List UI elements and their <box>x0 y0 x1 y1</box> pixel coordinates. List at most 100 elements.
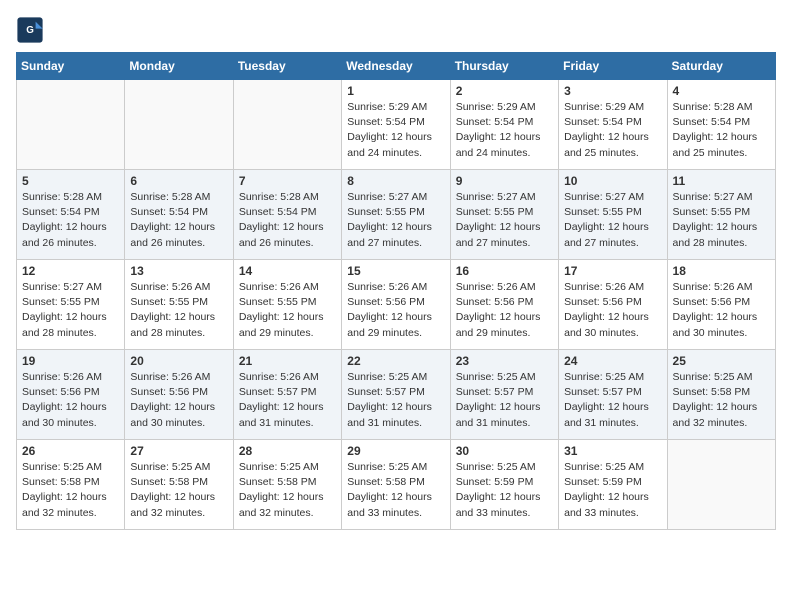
calendar-cell: 12 Sunrise: 5:27 AM Sunset: 5:55 PM Dayli… <box>17 260 125 350</box>
day-header-tuesday: Tuesday <box>233 53 341 80</box>
calendar-cell: 20Sunrise: 5:26 AM Sunset: 5:56 PM Dayli… <box>125 350 233 440</box>
calendar-cell: 3Sunrise: 5:29 AM Sunset: 5:54 PM Daylig… <box>559 80 667 170</box>
calendar-cell: 23 Sunrise: 5:25 AM Sunset: 5:57 PM Dayli… <box>450 350 558 440</box>
calendar-cell: 2 Sunrise: 5:29 AM Sunset: 5:54 PM Daylig… <box>450 80 558 170</box>
calendar-cell: 17 Sunrise: 5:26 AM Sunset: 5:56 PM Dayli… <box>559 260 667 350</box>
calendar-week-row: 12 Sunrise: 5:27 AM Sunset: 5:55 PM Dayli… <box>17 260 776 350</box>
cell-content: Sunrise: 5:25 AM Sunset: 5:58 PM Dayligh… <box>673 370 770 431</box>
day-header-wednesday: Wednesday <box>342 53 450 80</box>
cell-content: Sunrise: 5:26 AM Sunset: 5:56 PM Dayligh… <box>347 280 444 341</box>
cell-content: Sunrise: 5:25 AM Sunset: 5:57 PM Dayligh… <box>347 370 444 431</box>
logo-icon: G <box>16 16 44 44</box>
day-number: 3 <box>564 84 661 98</box>
calendar-cell: 16 Sunrise: 5:26 AM Sunset: 5:56 PM Dayli… <box>450 260 558 350</box>
day-number: 16 <box>456 264 553 278</box>
calendar-cell: 13Sunrise: 5:26 AM Sunset: 5:55 PM Dayli… <box>125 260 233 350</box>
page-header: G <box>16 16 776 44</box>
cell-content: Sunrise: 5:26 AM Sunset: 5:57 PM Dayligh… <box>239 370 336 431</box>
calendar-week-row: 5 Sunrise: 5:28 AM Sunset: 5:54 PM Daylig… <box>17 170 776 260</box>
cell-content: Sunrise: 5:25 AM Sunset: 5:58 PM Dayligh… <box>347 460 444 521</box>
cell-content: Sunrise: 5:27 AM Sunset: 5:55 PM Dayligh… <box>673 190 770 251</box>
day-number: 10 <box>564 174 661 188</box>
day-number: 28 <box>239 444 336 458</box>
day-number: 9 <box>456 174 553 188</box>
day-number: 1 <box>347 84 444 98</box>
day-header-friday: Friday <box>559 53 667 80</box>
calendar-cell: 5Sunrise: 5:28 AM Sunset: 5:54 PM Daylig… <box>17 170 125 260</box>
cell-content: Sunrise: 5:25 AM Sunset: 5:57 PM Dayligh… <box>456 370 553 431</box>
cell-content: Sunrise: 5:28 AM Sunset: 5:54 PM Dayligh… <box>673 100 770 161</box>
calendar-cell <box>125 80 233 170</box>
cell-content: Sunrise: 5:26 AM Sunset: 5:56 PM Dayligh… <box>456 280 553 341</box>
cell-content: Sunrise: 5:25 AM Sunset: 5:57 PM Dayligh… <box>564 370 661 431</box>
calendar-cell: 1 Sunrise: 5:29 AM Sunset: 5:54 PM Daylig… <box>342 80 450 170</box>
calendar-cell: 14Sunrise: 5:26 AM Sunset: 5:55 PM Dayli… <box>233 260 341 350</box>
calendar-cell: 8 Sunrise: 5:27 AM Sunset: 5:55 PM Daylig… <box>342 170 450 260</box>
day-number: 15 <box>347 264 444 278</box>
day-number: 30 <box>456 444 553 458</box>
day-number: 12 <box>22 264 119 278</box>
calendar-cell: 4Sunrise: 5:28 AM Sunset: 5:54 PM Daylig… <box>667 80 775 170</box>
cell-content: Sunrise: 5:26 AM Sunset: 5:56 PM Dayligh… <box>673 280 770 341</box>
day-header-thursday: Thursday <box>450 53 558 80</box>
calendar-cell: 18Sunrise: 5:26 AM Sunset: 5:56 PM Dayli… <box>667 260 775 350</box>
calendar-week-row: 26 Sunrise: 5:25 AM Sunset: 5:58 PM Dayli… <box>17 440 776 530</box>
svg-text:G: G <box>26 25 34 36</box>
calendar-week-row: 19 Sunrise: 5:26 AM Sunset: 5:56 PM Dayli… <box>17 350 776 440</box>
cell-content: Sunrise: 5:29 AM Sunset: 5:54 PM Dayligh… <box>456 100 553 161</box>
cell-content: Sunrise: 5:26 AM Sunset: 5:55 PM Dayligh… <box>239 280 336 341</box>
cell-content: Sunrise: 5:29 AM Sunset: 5:54 PM Dayligh… <box>347 100 444 161</box>
calendar-cell: 31Sunrise: 5:25 AM Sunset: 5:59 PM Dayli… <box>559 440 667 530</box>
calendar-cell: 9 Sunrise: 5:27 AM Sunset: 5:55 PM Daylig… <box>450 170 558 260</box>
day-number: 8 <box>347 174 444 188</box>
calendar-cell: 28 Sunrise: 5:25 AM Sunset: 5:58 PM Dayli… <box>233 440 341 530</box>
day-number: 27 <box>130 444 227 458</box>
day-number: 17 <box>564 264 661 278</box>
calendar-cell <box>17 80 125 170</box>
calendar-cell: 15 Sunrise: 5:26 AM Sunset: 5:56 PM Dayli… <box>342 260 450 350</box>
day-number: 21 <box>239 354 336 368</box>
cell-content: Sunrise: 5:26 AM Sunset: 5:56 PM Dayligh… <box>564 280 661 341</box>
day-number: 7 <box>239 174 336 188</box>
day-number: 23 <box>456 354 553 368</box>
calendar-cell: 10 Sunrise: 5:27 AM Sunset: 5:55 PM Dayli… <box>559 170 667 260</box>
cell-content: Sunrise: 5:25 AM Sunset: 5:58 PM Dayligh… <box>130 460 227 521</box>
calendar-cell: 27 Sunrise: 5:25 AM Sunset: 5:58 PM Dayli… <box>125 440 233 530</box>
day-number: 19 <box>22 354 119 368</box>
day-header-saturday: Saturday <box>667 53 775 80</box>
day-header-monday: Monday <box>125 53 233 80</box>
day-number: 26 <box>22 444 119 458</box>
day-number: 22 <box>347 354 444 368</box>
calendar-cell: 19 Sunrise: 5:26 AM Sunset: 5:56 PM Dayli… <box>17 350 125 440</box>
day-number: 2 <box>456 84 553 98</box>
calendar-cell: 6 Sunrise: 5:28 AM Sunset: 5:54 PM Daylig… <box>125 170 233 260</box>
calendar-cell: 25 Sunrise: 5:25 AM Sunset: 5:58 PM Dayli… <box>667 350 775 440</box>
day-number: 5 <box>22 174 119 188</box>
logo: G <box>16 16 48 44</box>
calendar-cell: 11 Sunrise: 5:27 AM Sunset: 5:55 PM Dayli… <box>667 170 775 260</box>
cell-content: Sunrise: 5:27 AM Sunset: 5:55 PM Dayligh… <box>456 190 553 251</box>
cell-content: Sunrise: 5:25 AM Sunset: 5:58 PM Dayligh… <box>22 460 119 521</box>
day-number: 6 <box>130 174 227 188</box>
calendar-cell: 22 Sunrise: 5:25 AM Sunset: 5:57 PM Dayli… <box>342 350 450 440</box>
cell-content: Sunrise: 5:26 AM Sunset: 5:55 PM Dayligh… <box>130 280 227 341</box>
cell-content: Sunrise: 5:25 AM Sunset: 5:59 PM Dayligh… <box>456 460 553 521</box>
calendar-header-row: SundayMondayTuesdayWednesdayThursdayFrid… <box>17 53 776 80</box>
cell-content: Sunrise: 5:28 AM Sunset: 5:54 PM Dayligh… <box>130 190 227 251</box>
day-number: 24 <box>564 354 661 368</box>
cell-content: Sunrise: 5:27 AM Sunset: 5:55 PM Dayligh… <box>22 280 119 341</box>
calendar-cell: 29 Sunrise: 5:25 AM Sunset: 5:58 PM Dayli… <box>342 440 450 530</box>
day-number: 25 <box>673 354 770 368</box>
cell-content: Sunrise: 5:27 AM Sunset: 5:55 PM Dayligh… <box>347 190 444 251</box>
calendar-week-row: 1 Sunrise: 5:29 AM Sunset: 5:54 PM Daylig… <box>17 80 776 170</box>
day-number: 20 <box>130 354 227 368</box>
cell-content: Sunrise: 5:26 AM Sunset: 5:56 PM Dayligh… <box>22 370 119 431</box>
day-number: 29 <box>347 444 444 458</box>
calendar-cell: 7 Sunrise: 5:28 AM Sunset: 5:54 PM Daylig… <box>233 170 341 260</box>
cell-content: Sunrise: 5:28 AM Sunset: 5:54 PM Dayligh… <box>239 190 336 251</box>
day-number: 11 <box>673 174 770 188</box>
calendar-cell: 30 Sunrise: 5:25 AM Sunset: 5:59 PM Dayli… <box>450 440 558 530</box>
cell-content: Sunrise: 5:27 AM Sunset: 5:55 PM Dayligh… <box>564 190 661 251</box>
cell-content: Sunrise: 5:25 AM Sunset: 5:58 PM Dayligh… <box>239 460 336 521</box>
calendar-cell: 21 Sunrise: 5:26 AM Sunset: 5:57 PM Dayli… <box>233 350 341 440</box>
